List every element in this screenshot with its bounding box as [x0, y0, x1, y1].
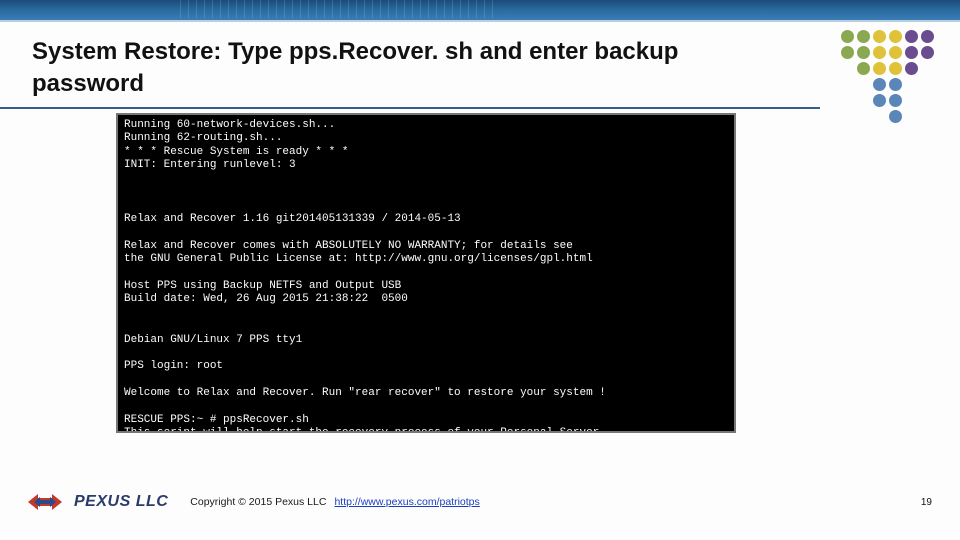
decorative-dot-grid [841, 30, 936, 125]
copyright-text: Copyright © 2015 Pexus LLC [190, 496, 326, 508]
title-underline [0, 107, 820, 109]
footer-link[interactable]: http://www.pexus.com/patriotps [334, 496, 479, 508]
pexus-logo: PEXUS LLC [28, 491, 168, 513]
header-stripe [0, 0, 960, 22]
terminal-text: Running 60-network-devices.sh... Running… [124, 119, 606, 433]
slide-title: System Restore: Type pps.Recover. sh and… [32, 36, 792, 101]
terminal-screenshot: Running 60-network-devices.sh... Running… [116, 113, 736, 433]
logo-mark-icon [28, 491, 68, 513]
logo-text: PEXUS LLC [74, 493, 168, 511]
page-number: 19 [921, 497, 932, 508]
slide-footer: PEXUS LLC Copyright © 2015 Pexus LLC htt… [28, 482, 932, 522]
